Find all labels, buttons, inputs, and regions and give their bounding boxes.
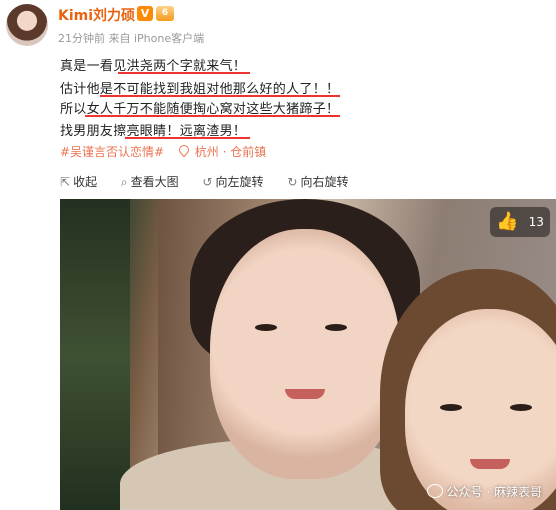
username[interactable]: Kimi刘力硕 (58, 5, 135, 25)
highlight-underline (118, 72, 250, 74)
rotate-right-button[interactable]: ↻ 向右旋转 (287, 173, 348, 190)
mouth (470, 459, 510, 469)
image-toolbar: ⇱ 收起 ⌕ 查看大图 ↺ 向左旋转 ↻ 向右旋转 (60, 173, 368, 190)
post-header: Kimi刘力硕 V 6 21分钟前 来自 iPhone客户端 (0, 0, 556, 60)
post-tags: #吴谨言否认恋情# 杭州 · 仓前镇 (60, 143, 266, 160)
wechat-icon (426, 484, 443, 498)
rotate-left-icon: ↺ (202, 175, 213, 189)
search-icon: ⌕ (120, 175, 128, 189)
collapse-button[interactable]: ⇱ 收起 (60, 173, 97, 190)
highlight-underline (100, 95, 340, 97)
level-icon[interactable]: 6 (156, 6, 174, 21)
highlight-underline (85, 115, 340, 117)
thumbs-up-icon: 👍 (496, 211, 519, 232)
view-large-button[interactable]: ⌕ 查看大图 (121, 173, 179, 190)
vip-icon[interactable]: V (137, 6, 153, 21)
eye (255, 324, 277, 331)
like-count: 13 (528, 215, 544, 229)
eye (510, 404, 532, 411)
eye (325, 324, 347, 331)
person-left-face (210, 229, 400, 479)
like-button[interactable]: 👍 13 (490, 207, 550, 237)
highlight-underline (125, 137, 250, 139)
location-icon (178, 145, 188, 157)
mouth (285, 389, 325, 399)
location-link[interactable]: 杭州 · 仓前镇 (195, 145, 266, 159)
post-photo[interactable]: 👍 13 公众号 · 麻辣表哥 (60, 199, 556, 510)
rotate-left-button[interactable]: ↺ 向左旋转 (202, 173, 263, 190)
background-plant (60, 199, 130, 510)
watermark: 公众号 · 麻辣表哥 (426, 483, 542, 500)
topic-tag[interactable]: #吴谨言否认恋情# (60, 145, 164, 159)
eye (440, 404, 462, 411)
post-meta: 21分钟前 来自 iPhone客户端 (58, 32, 205, 45)
rotate-right-icon: ↻ (287, 175, 298, 189)
avatar[interactable] (6, 4, 48, 46)
person-right-face (405, 309, 556, 510)
collapse-icon: ⇱ (60, 175, 71, 189)
